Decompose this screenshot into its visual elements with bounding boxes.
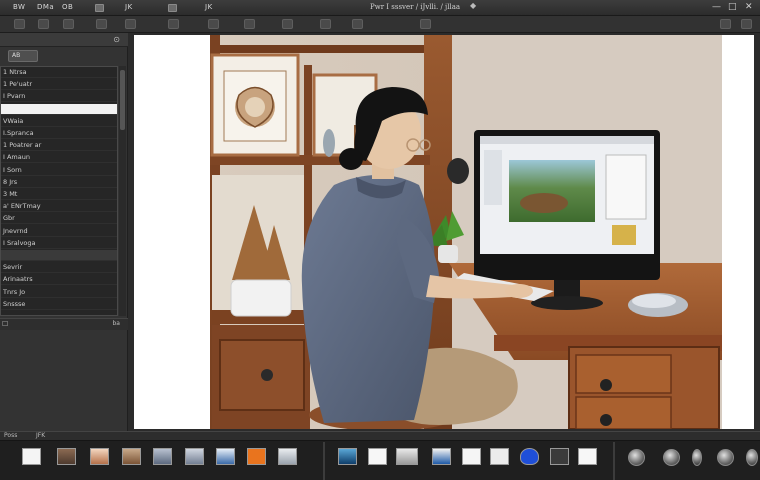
layer-list-scrollbar[interactable] [119,66,126,316]
tool-search-icon[interactable] [741,19,752,29]
tool-zoom-icon[interactable] [320,19,331,29]
dial-4[interactable] [717,449,734,466]
thumbnail-3[interactable] [90,448,109,465]
layer-row[interactable]: Tnrs Jo [1,287,117,298]
thumbnail-16[interactable] [520,448,539,465]
thumbnail-6[interactable] [185,448,204,465]
layer-row[interactable]: Sevrir [1,262,117,274]
filmstrip-divider-2 [613,442,615,480]
tool-crop-icon[interactable] [96,19,107,29]
layer-row[interactable]: 8 Jrs [1,177,117,188]
thumbnail-2[interactable] [57,448,76,465]
layer-row[interactable]: 1 Ntrsa [1,67,117,78]
thumbnail-15[interactable] [490,448,509,465]
thumbnail-4[interactable] [122,448,141,465]
scrollbar-thumb[interactable] [120,70,125,130]
layer-row[interactable]: Snssse [1,299,117,310]
thumbnail-9[interactable] [278,448,297,465]
filmstrip-label-mid[interactable]: JFK [36,432,45,439]
thumbnail-14[interactable] [462,448,481,465]
layers-panel: ⊙ AB 1 Ntrsa 1 Pe'uatr I Pvarn VWaia I.Spran… [0,33,128,431]
layer-row[interactable]: 1 Poatrer ar [1,140,117,152]
layer-row[interactable]: Jnevrnd [1,226,117,237]
menu-item-2[interactable]: OB [62,3,73,11]
layer-list: 1 Ntrsa 1 Pe'uatr I Pvarn VWaia I.Spranca 1 P… [0,66,118,316]
title-badge-icon: ◆ [470,1,477,10]
panel-footer-label[interactable]: ba [113,320,121,327]
thumbnail-13[interactable] [432,448,451,465]
layer-row[interactable] [1,103,117,115]
panel-menu-icon[interactable]: ⊙ [113,35,120,44]
layer-row[interactable]: VWaia [1,116,117,127]
panel-footer: ☐ ba [0,318,128,330]
menu-square-icon[interactable] [95,4,104,12]
new-layer-icon[interactable]: ☐ [2,320,8,328]
thumbnail-17[interactable] [550,448,569,465]
menu-item-0[interactable]: BW [13,3,25,11]
layer-row[interactable] [1,250,117,261]
layer-row[interactable]: 1 Pe'uatr [1,79,117,91]
tool-workspace-icon[interactable] [720,19,731,29]
layer-row[interactable]: I Pvarn [1,91,117,103]
minimize-button[interactable]: — [712,2,721,12]
menu-item-1[interactable]: DMa [37,3,54,11]
menu-item-4[interactable]: JK [205,3,213,11]
menu-bar: BW DMa OB JK JK Pwr I sssver / iJvlli. /… [0,0,760,16]
thumbnail-12[interactable] [396,448,418,465]
tool-shape-icon[interactable] [282,19,293,29]
thumbnail-8[interactable] [247,448,266,465]
canvas-image [134,35,754,429]
tool-move-icon[interactable] [14,19,25,29]
layer-row[interactable]: I Sralvoga [1,238,117,249]
tool-hand-icon[interactable] [352,19,363,29]
tool-stamp-icon[interactable] [168,19,179,29]
tool-select-icon[interactable] [38,19,49,29]
filmstrip-header: Poss JFK [0,432,760,441]
dial-1[interactable] [628,449,645,466]
layer-row[interactable]: 3 Mt [1,189,117,200]
layer-row[interactable]: Arinaatrs [1,274,117,286]
tool-lasso-icon[interactable] [63,19,74,29]
layer-row[interactable]: Gbr [1,213,117,225]
image-canvas[interactable] [134,35,754,429]
panel-header: ⊙ [0,33,128,47]
menu-item-3[interactable]: JK [125,3,133,11]
dial-5[interactable] [746,449,758,466]
tool-options-icon[interactable] [420,19,431,29]
thumbnail-11[interactable] [368,448,387,465]
dial-3[interactable] [692,449,702,466]
canvas-area [128,33,760,431]
thumbnail-10[interactable] [338,448,357,465]
filmstrip-label-left[interactable]: Poss [4,432,17,439]
window-title: Pwr I sssver / iJvlli. / jllaa [370,3,461,11]
thumbnail-7[interactable] [216,448,235,465]
thumbnail-18[interactable] [578,448,597,465]
filmstrip-panel: Poss JFK [0,431,760,480]
dial-2[interactable] [663,449,680,466]
layer-row[interactable]: I Sorn [1,165,117,176]
toolbar [0,16,760,33]
layer-row[interactable]: a' ENrTmay [1,201,117,213]
thumbnail-5[interactable] [153,448,172,465]
layer-row[interactable]: I Amaun [1,152,117,164]
tool-text-icon[interactable] [244,19,255,29]
thumbnail-1[interactable] [22,448,41,465]
filmstrip-divider [323,442,325,480]
panel-filter-chip[interactable]: AB [8,50,38,62]
close-button[interactable]: ✕ [745,2,753,12]
maximize-button[interactable]: □ [728,2,737,12]
tool-eraser-icon[interactable] [208,19,219,29]
tool-brush-icon[interactable] [125,19,136,29]
menu-grid-icon[interactable] [168,4,177,12]
layer-row[interactable]: I.Spranca [1,128,117,139]
